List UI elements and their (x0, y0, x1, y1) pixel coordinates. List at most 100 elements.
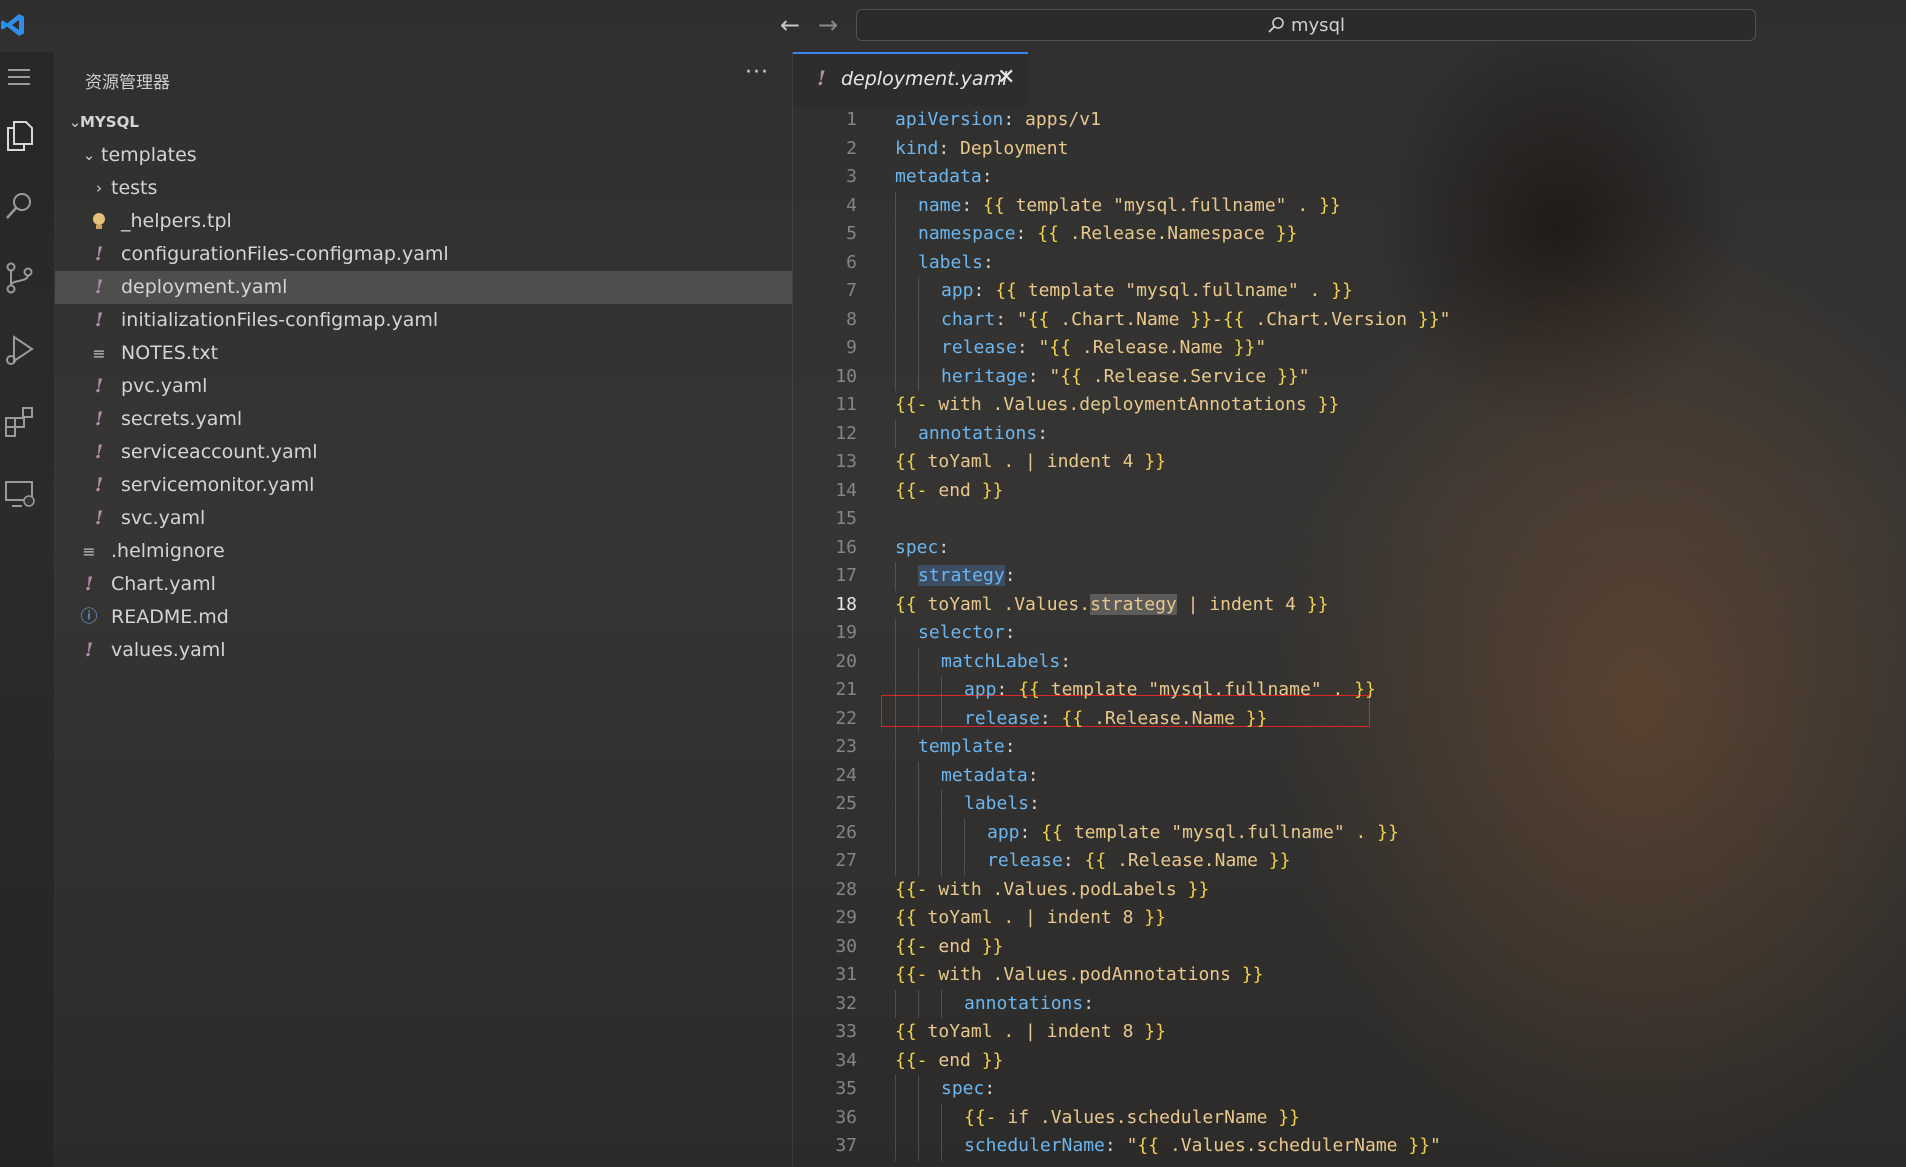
tree-item[interactable]: ! svc.yaml (55, 502, 792, 535)
line-number: 6 (846, 251, 857, 273)
line-source: namespace: {{ .Release.Namespace }} (918, 223, 1298, 244)
tree-item[interactable]: ! Chart.yaml (55, 568, 792, 601)
tree-item-label: pvc.yaml (121, 375, 208, 397)
source-control-icon[interactable] (2, 260, 38, 296)
code-line: 29 {{ toYaml . | indent 8 }} (793, 904, 1906, 933)
text-file-icon: ≡ (82, 542, 96, 561)
line-source: {{- end }} (895, 1049, 1004, 1071)
tree-item-label: Chart.yaml (111, 573, 216, 595)
tree-item-label: servicemonitor.yaml (121, 474, 315, 496)
tree-item[interactable]: ! values.yaml (55, 634, 792, 667)
run-debug-icon[interactable] (2, 332, 38, 368)
code-line: 23 template: (793, 733, 1906, 762)
menu-icon[interactable] (4, 62, 34, 92)
yaml-file-icon: ! (84, 639, 94, 661)
code-line: 36 {{- if .Values.schedulerName }} (793, 1103, 1906, 1132)
code-line: 6 labels: (793, 248, 1906, 277)
code-line: 26 app: {{ template "mysql.fullname" . }} (793, 818, 1906, 847)
more-actions-button[interactable]: ··· (745, 60, 769, 85)
sidebar-title: 资源管理器 (85, 73, 170, 93)
line-source: release: {{ .Release.Name }} (964, 707, 1268, 729)
extensions-icon[interactable] (2, 404, 38, 440)
yaml-file-icon: ! (94, 276, 104, 298)
tree-item[interactable]: ≡ .helmignore (55, 535, 792, 568)
command-center-search[interactable]: mysql (856, 9, 1756, 41)
remote-explorer-icon[interactable] (2, 476, 38, 512)
tree-item[interactable]: ! secrets.yaml (55, 403, 792, 436)
tree-item[interactable]: ⌄ templates (55, 139, 792, 172)
indent-guide (895, 419, 896, 448)
indent-guide (918, 277, 919, 306)
tree-item[interactable]: ! initializationFiles-configmap.yaml (55, 304, 792, 337)
tree-item-label: initializationFiles-configmap.yaml (121, 309, 439, 331)
line-number: 35 (835, 1078, 857, 1099)
indent-guide (895, 1132, 896, 1161)
explorer-icon[interactable] (2, 118, 38, 154)
tree-item[interactable]: ! serviceaccount.yaml (55, 436, 792, 469)
line-number: 13 (835, 451, 857, 472)
indent-guide (941, 676, 942, 705)
indent-guide (895, 191, 896, 220)
tree-item[interactable]: ⌄ MYSQL (55, 106, 792, 139)
line-source: metadata: (941, 764, 1039, 786)
tree-item[interactable]: › tests (55, 172, 792, 205)
tree-item[interactable]: ! pvc.yaml (55, 370, 792, 403)
line-source: labels: (964, 793, 1040, 814)
code-line: 7 app: {{ template "mysql.fullname" . }} (793, 277, 1906, 306)
indent-guide (918, 761, 919, 790)
line-source: release: {{ .Release.Name }} (987, 850, 1291, 871)
forward-button[interactable]: → (818, 11, 838, 39)
line-number: 34 (835, 1049, 857, 1071)
line-source: annotations: (918, 422, 1049, 444)
indent-guide (941, 790, 942, 819)
code-editor[interactable]: 1 apiVersion: apps/v1 2 kind: Deployment 3 me… (793, 106, 1906, 1167)
line-number: 22 (835, 707, 857, 729)
indent-guide (964, 818, 965, 847)
line-number: 27 (835, 850, 857, 871)
line-number: 12 (835, 422, 857, 444)
indent-guide (964, 847, 965, 876)
indent-guide (895, 818, 896, 847)
indent-guide (918, 704, 919, 733)
tree-item-label: .helmignore (111, 540, 225, 562)
line-number: 5 (846, 223, 857, 244)
close-icon[interactable]: ✕ (997, 65, 1015, 90)
editor-area: ! deployment.yaml ✕ 1 apiVersion: apps/v1… (793, 52, 1906, 1167)
indent-guide (895, 277, 896, 306)
tree-item-label: tests (111, 177, 158, 199)
tree-item[interactable]: ⓘ README.md (55, 601, 792, 634)
line-source: strategy: (918, 565, 1016, 586)
indent-guide (918, 1132, 919, 1161)
line-number: 9 (846, 337, 857, 358)
code-line: 17 strategy: (793, 562, 1906, 591)
tab-bar: ! deployment.yaml ✕ (793, 52, 1906, 106)
tab-deployment-yaml[interactable]: ! deployment.yaml ✕ (793, 52, 1028, 106)
info-icon: ⓘ (80, 607, 98, 627)
search-view-icon[interactable] (2, 188, 38, 224)
line-source: metadata: (895, 166, 993, 187)
title-bar: ← → mysql (0, 0, 1906, 52)
yaml-file-icon: ! (94, 441, 104, 463)
tree-item[interactable]: _helpers.tpl (55, 205, 792, 238)
line-source: {{ toYaml . | indent 4 }} (895, 451, 1166, 472)
tree-item[interactable]: ≡ NOTES.txt (55, 337, 792, 370)
line-source: matchLabels: (941, 650, 1072, 672)
indent-guide (918, 847, 919, 876)
line-number: 29 (835, 907, 857, 928)
indent-guide (918, 818, 919, 847)
code-line: 32 annotations: (793, 989, 1906, 1018)
code-line: 1 apiVersion: apps/v1 (793, 106, 1906, 135)
line-number: 21 (835, 679, 857, 700)
tree-item[interactable]: ! servicemonitor.yaml (55, 469, 792, 502)
tree-item-label: _helpers.tpl (121, 210, 232, 232)
tree-item[interactable]: ! deployment.yaml (55, 271, 792, 304)
line-source: chart: "{{ .Chart.Name }}-{{ .Chart.Vers… (941, 308, 1451, 330)
tree-item-label: deployment.yaml (121, 276, 288, 298)
code-line: 12 annotations: (793, 419, 1906, 448)
tree-item[interactable]: ! configurationFiles-configmap.yaml (55, 238, 792, 271)
line-number: 31 (835, 964, 857, 985)
yaml-file-icon: ! (94, 507, 104, 529)
indent-guide (895, 1103, 896, 1132)
explorer-sidebar: 资源管理器 ··· ⌄ MYSQL ⌄ templates › tests _helpers… (55, 52, 793, 1167)
back-button[interactable]: ← (780, 11, 800, 39)
